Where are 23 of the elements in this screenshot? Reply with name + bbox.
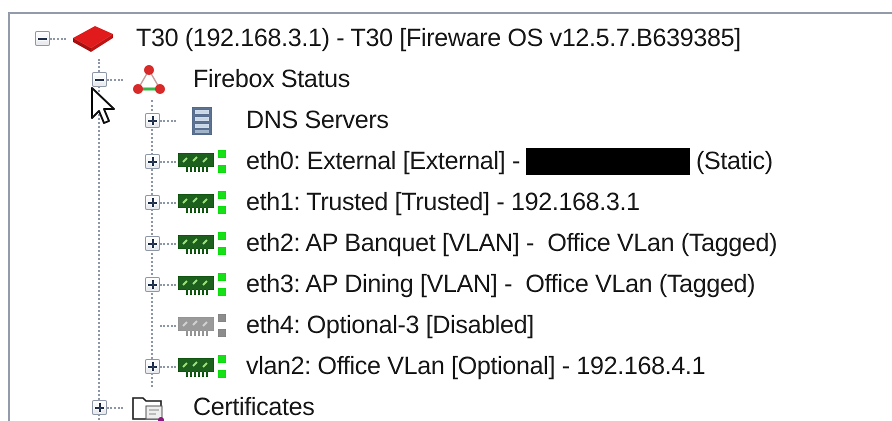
- expand-toggle[interactable]: [145, 236, 160, 251]
- expand-toggle[interactable]: [92, 72, 107, 87]
- tree-item-label[interactable]: eth0: External [External] -: [246, 142, 520, 180]
- tree-item-label[interactable]: eth4: Optional-3 [Disabled]: [246, 306, 534, 344]
- expand-toggle[interactable]: [145, 154, 160, 169]
- tree-item-label[interactable]: DNS Servers: [246, 102, 389, 140]
- expand-toggle[interactable]: [92, 400, 107, 415]
- tree-item-label[interactable]: eth3: AP Dining [VLAN] - Office VLan (Tagged): [246, 266, 756, 304]
- mouse-cursor-icon: [90, 86, 116, 126]
- tree-item-label[interactable]: eth1: Trusted [Trusted] - 192.168.3.1: [246, 184, 640, 222]
- expand-toggle[interactable]: [145, 195, 160, 210]
- server-icon: [191, 106, 213, 136]
- network-nodes-icon: [132, 64, 166, 96]
- expand-toggle[interactable]: [35, 31, 50, 46]
- expand-toggle[interactable]: [145, 113, 160, 128]
- tree-item-label: (Static): [696, 146, 773, 177]
- tree-item-label[interactable]: eth2: AP Banquet [VLAN] - Office VLan (Tagged): [246, 224, 778, 262]
- tree-item-label[interactable]: vlan2: Office VLan [Optional] - 192.168.4.1: [246, 348, 706, 386]
- tree-item-label[interactable]: Firebox Status: [193, 60, 350, 98]
- expand-toggle[interactable]: [145, 359, 160, 374]
- tree-item-label[interactable]: Certificates: [193, 388, 314, 421]
- expand-toggle[interactable]: [145, 277, 160, 292]
- tree-item-label[interactable]: T30 (192.168.3.1) - T30 [Fireware OS v12.5.7.B639385]: [136, 20, 741, 58]
